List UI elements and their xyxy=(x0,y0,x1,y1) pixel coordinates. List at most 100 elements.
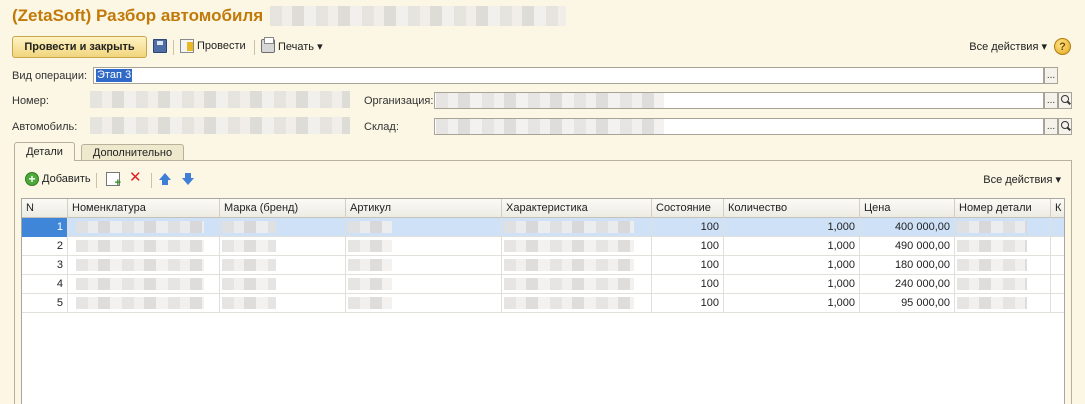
redacted-cell-value xyxy=(348,278,392,290)
table-cell[interactable] xyxy=(502,256,652,275)
operation-type-select-button[interactable]: ... xyxy=(1044,67,1058,84)
redacted-cell-value xyxy=(76,259,204,271)
table-row[interactable]: 2 100 1,000 490 000,00 xyxy=(22,237,1064,256)
cell-state[interactable]: 100 xyxy=(652,294,724,313)
table-cell[interactable] xyxy=(68,218,220,237)
table-cell[interactable] xyxy=(955,294,1051,313)
cell-price[interactable]: 400 000,00 xyxy=(860,218,955,237)
post-and-close-button[interactable]: Провести и закрыть xyxy=(12,36,147,58)
cell-price[interactable]: 95 000,00 xyxy=(860,294,955,313)
table-row[interactable]: 4 100 1,000 240 000,00 xyxy=(22,275,1064,294)
cell-state[interactable]: 100 xyxy=(652,275,724,294)
table-cell[interactable] xyxy=(68,275,220,294)
tab-details[interactable]: Детали xyxy=(14,142,75,161)
table-cell[interactable] xyxy=(1051,237,1064,256)
redacted-cell-value xyxy=(222,221,276,233)
cell-price[interactable]: 240 000,00 xyxy=(860,275,955,294)
table-cell[interactable] xyxy=(346,256,502,275)
table-row[interactable]: 1 100 1,000 400 000,00 xyxy=(22,218,1064,237)
redacted-cell-value xyxy=(504,259,634,271)
table-cell[interactable] xyxy=(346,237,502,256)
table-cell[interactable] xyxy=(502,237,652,256)
table-cell[interactable] xyxy=(955,237,1051,256)
table-cell[interactable] xyxy=(220,218,346,237)
move-up-button[interactable] xyxy=(158,172,172,186)
column-header[interactable]: Количество xyxy=(724,199,860,218)
column-header[interactable]: Артикул xyxy=(346,199,502,218)
column-header[interactable]: Характеристика xyxy=(502,199,652,218)
organization-label: Организация: xyxy=(364,95,434,107)
table-cell[interactable] xyxy=(1051,256,1064,275)
table-cell[interactable] xyxy=(68,256,220,275)
column-header[interactable]: Цена xyxy=(860,199,955,218)
redacted-car-field[interactable] xyxy=(90,117,350,134)
column-header[interactable]: Марка (бренд) xyxy=(220,199,346,218)
help-icon[interactable]: ? xyxy=(1054,38,1071,55)
cell-qty[interactable]: 1,000 xyxy=(724,294,860,313)
toolbar-separator xyxy=(96,173,97,188)
column-header[interactable]: Номенклатура xyxy=(68,199,220,218)
move-down-button[interactable] xyxy=(181,172,195,186)
details-all-actions-menu[interactable]: Все действия ▾ xyxy=(983,173,1061,186)
warehouse-select-button[interactable]: ... xyxy=(1044,118,1058,135)
save-button[interactable] xyxy=(153,39,167,53)
cell-n[interactable]: 3 xyxy=(22,256,68,275)
column-header[interactable]: Номер детали xyxy=(955,199,1051,218)
cell-n[interactable]: 5 xyxy=(22,294,68,313)
table-cell[interactable] xyxy=(68,294,220,313)
cell-qty[interactable]: 1,000 xyxy=(724,218,860,237)
cell-price[interactable]: 180 000,00 xyxy=(860,256,955,275)
tab-additional[interactable]: Дополнительно xyxy=(81,144,184,161)
copy-row-icon xyxy=(106,172,121,189)
print-menu-button[interactable]: Печать ▾ xyxy=(261,37,323,53)
add-row-button[interactable]: + Добавить xyxy=(25,172,91,186)
column-header[interactable]: К xyxy=(1051,199,1064,218)
cell-state[interactable]: 100 xyxy=(652,218,724,237)
table-cell[interactable] xyxy=(502,275,652,294)
table-cell[interactable] xyxy=(220,256,346,275)
table-cell[interactable] xyxy=(502,218,652,237)
redacted-warehouse-value xyxy=(436,119,664,134)
table-cell[interactable] xyxy=(502,294,652,313)
table-cell[interactable] xyxy=(955,256,1051,275)
delete-row-button[interactable]: ✕ xyxy=(129,170,142,185)
operation-type-field[interactable]: Этап 3 xyxy=(93,67,1044,84)
cell-qty[interactable]: 1,000 xyxy=(724,256,860,275)
organization-search-icon[interactable] xyxy=(1058,92,1072,109)
column-header[interactable]: N xyxy=(22,199,68,218)
table-cell[interactable] xyxy=(220,294,346,313)
table-cell[interactable] xyxy=(346,294,502,313)
all-actions-menu[interactable]: Все действия ▾ xyxy=(969,40,1047,53)
cell-n[interactable]: 2 xyxy=(22,237,68,256)
cell-n[interactable]: 1 xyxy=(22,218,68,237)
column-header[interactable]: Состояние xyxy=(652,199,724,218)
table-cell[interactable] xyxy=(1051,275,1064,294)
table-cell[interactable] xyxy=(346,218,502,237)
save-icon xyxy=(153,39,167,53)
cell-qty[interactable]: 1,000 xyxy=(724,237,860,256)
redacted-number-field[interactable] xyxy=(90,91,350,108)
cell-price[interactable]: 490 000,00 xyxy=(860,237,955,256)
redacted-cell-value xyxy=(504,297,634,309)
cell-state[interactable]: 100 xyxy=(652,256,724,275)
table-cell[interactable] xyxy=(68,237,220,256)
table-cell[interactable] xyxy=(1051,218,1064,237)
cell-qty[interactable]: 1,000 xyxy=(724,275,860,294)
table-cell[interactable] xyxy=(955,218,1051,237)
table-cell[interactable] xyxy=(1051,294,1064,313)
table-cell[interactable] xyxy=(346,275,502,294)
table-header: N Номенклатура Марка (бренд) Артикул Хар… xyxy=(22,199,1064,218)
warehouse-search-icon[interactable] xyxy=(1058,118,1072,135)
car-label: Автомобиль: xyxy=(12,121,78,133)
cell-n[interactable]: 4 xyxy=(22,275,68,294)
table-row[interactable]: 3 100 1,000 180 000,00 xyxy=(22,256,1064,275)
table-cell[interactable] xyxy=(220,275,346,294)
organization-select-button[interactable]: ... xyxy=(1044,92,1058,109)
post-button[interactable]: Провести xyxy=(180,39,246,53)
redacted-cell-value xyxy=(222,240,276,252)
copy-row-button[interactable] xyxy=(106,172,121,189)
table-row[interactable]: 5 100 1,000 95 000,00 xyxy=(22,294,1064,313)
table-cell[interactable] xyxy=(955,275,1051,294)
table-cell[interactable] xyxy=(220,237,346,256)
cell-state[interactable]: 100 xyxy=(652,237,724,256)
